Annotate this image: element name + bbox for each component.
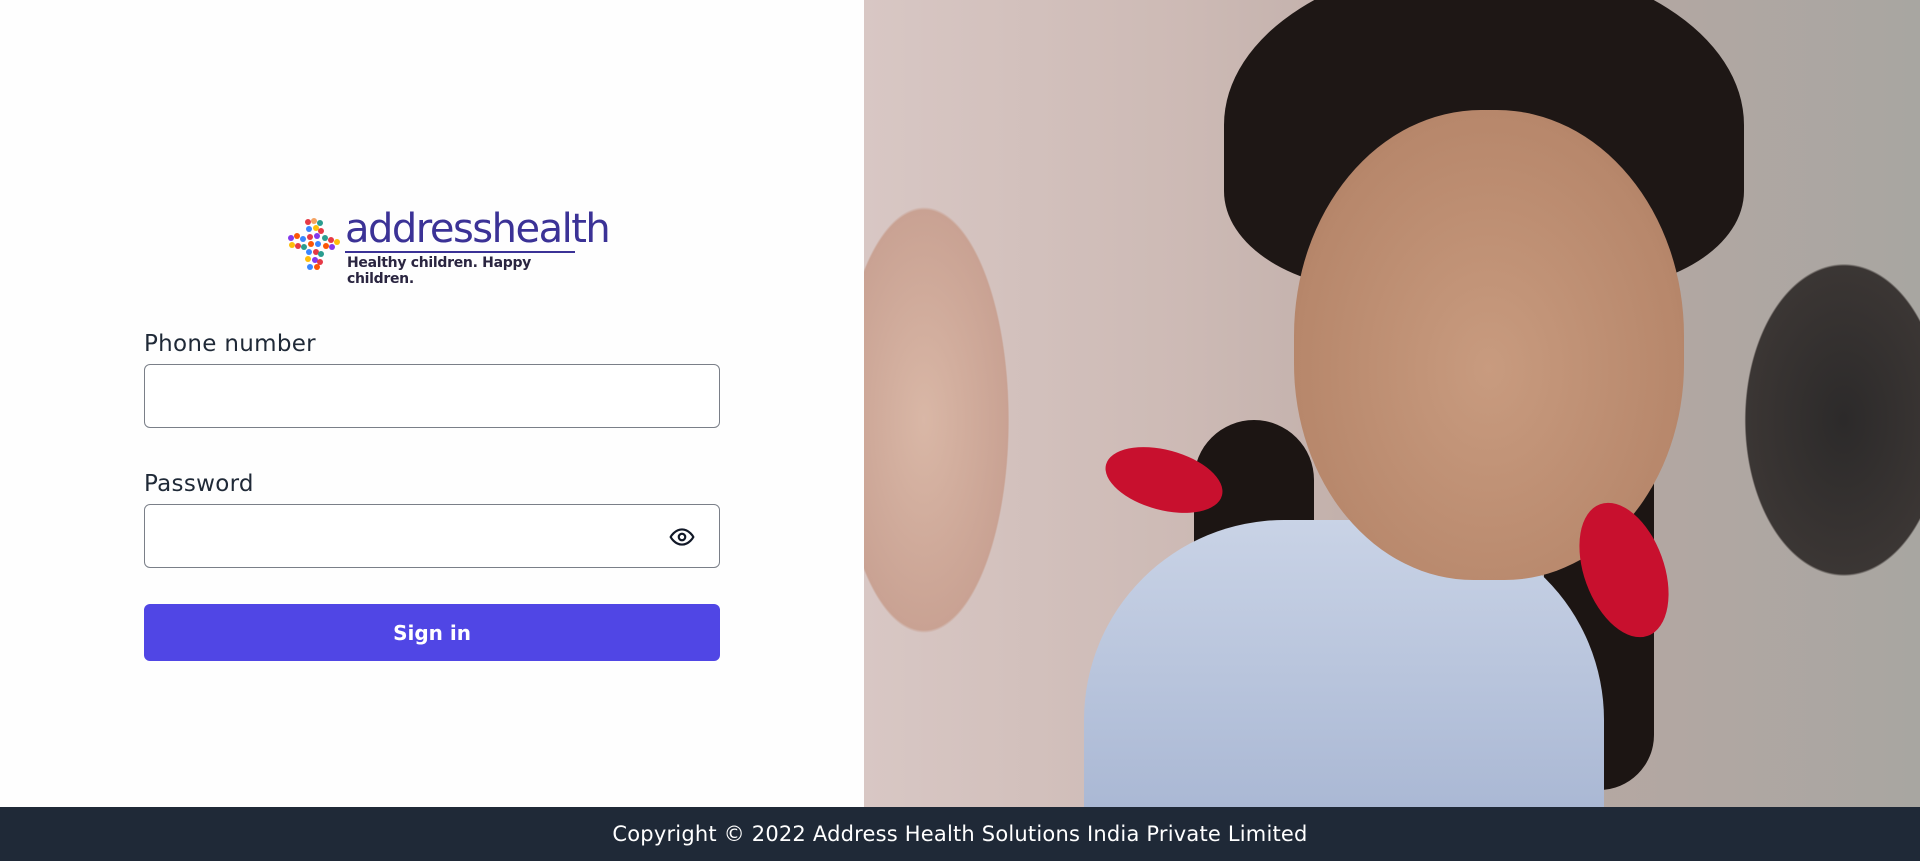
login-form: Phone number Password Sign in	[144, 330, 720, 661]
phone-label: Phone number	[144, 331, 316, 357]
password-input[interactable]	[145, 505, 719, 567]
hero-photo	[864, 0, 1920, 807]
password-label: Password	[144, 471, 254, 497]
copyright-text: Copyright © 2022 Address Health Solution…	[612, 822, 1308, 846]
login-panel: addresshealth Healthy children. Happy ch…	[0, 0, 864, 807]
logo-cross-icon	[288, 218, 340, 270]
sign-in-button[interactable]: Sign in	[144, 604, 720, 661]
phone-input[interactable]	[145, 365, 719, 427]
eye-icon[interactable]	[669, 524, 695, 550]
brand-logo: addresshealth Healthy children. Happy ch…	[287, 209, 611, 287]
logo-underline	[345, 251, 575, 253]
password-field-wrapper	[144, 504, 720, 568]
footer: Copyright © 2022 Address Health Solution…	[0, 807, 1920, 861]
phone-field-wrapper	[144, 364, 720, 428]
logo-tagline: Healthy children. Happy children.	[347, 255, 531, 287]
login-page: addresshealth Healthy children. Happy ch…	[0, 0, 1920, 861]
logo-wordmark: addresshealth	[345, 206, 611, 252]
